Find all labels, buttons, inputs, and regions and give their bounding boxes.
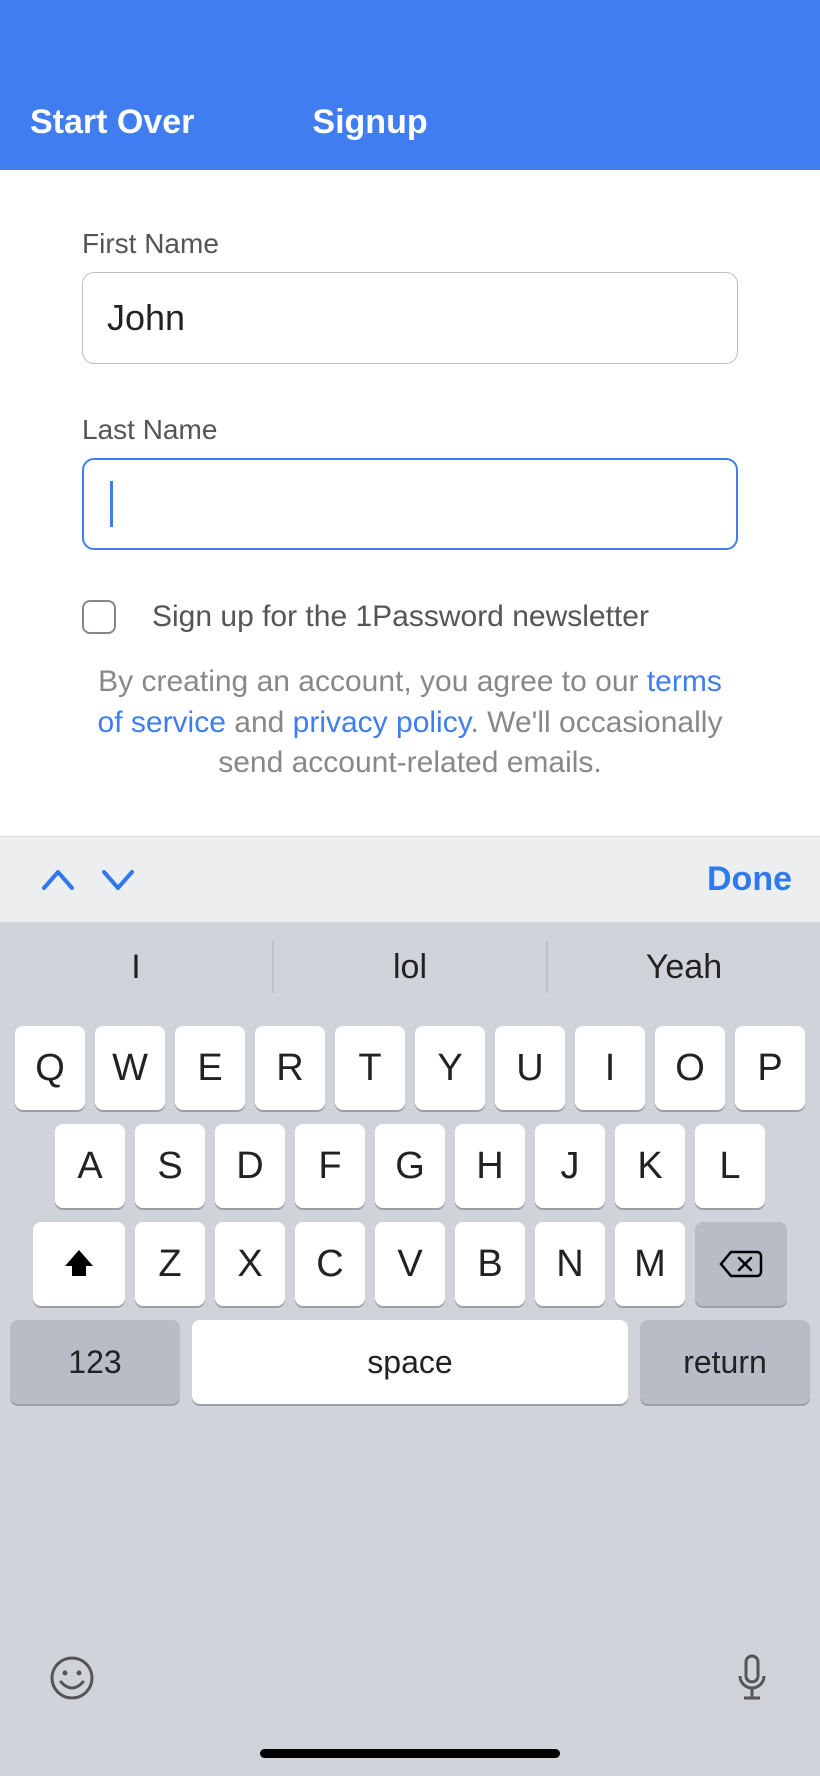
backspace-key[interactable]: [695, 1222, 787, 1306]
legal-and: and: [226, 706, 293, 739]
key-f[interactable]: F: [295, 1124, 365, 1208]
key-l[interactable]: L: [695, 1124, 765, 1208]
nav-bar: Start Over Signup: [0, 0, 820, 170]
key-c[interactable]: C: [295, 1222, 365, 1306]
emoji-button[interactable]: [48, 1654, 96, 1702]
microphone-icon: [732, 1652, 772, 1704]
shift-key[interactable]: [33, 1222, 125, 1306]
key-s[interactable]: S: [135, 1124, 205, 1208]
key-m[interactable]: M: [615, 1222, 685, 1306]
key-a[interactable]: A: [55, 1124, 125, 1208]
newsletter-checkbox[interactable]: [82, 600, 116, 634]
first-name-input[interactable]: [82, 272, 738, 364]
chevron-up-icon: [40, 866, 76, 894]
space-key[interactable]: space: [192, 1320, 628, 1404]
newsletter-label: Sign up for the 1Password newsletter: [152, 600, 649, 634]
key-w[interactable]: W: [95, 1026, 165, 1110]
suggestion-bar: I lol Yeah: [0, 922, 820, 1012]
key-row-1: Q W E R T Y U I O P: [10, 1026, 810, 1110]
signup-form: First Name Last Name Sign up for the 1Pa…: [0, 170, 820, 784]
last-name-input[interactable]: [82, 458, 738, 550]
legal-text: By creating an account, you agree to our…: [82, 662, 738, 784]
newsletter-row: Sign up for the 1Password newsletter: [82, 600, 738, 634]
key-i[interactable]: I: [575, 1026, 645, 1110]
key-r[interactable]: R: [255, 1026, 325, 1110]
last-name-label: Last Name: [82, 414, 738, 446]
suggestion-3[interactable]: Yeah: [548, 937, 820, 997]
first-name-group: First Name: [82, 228, 738, 364]
key-q[interactable]: Q: [15, 1026, 85, 1110]
key-row-2: A S D F G H J K L: [10, 1124, 810, 1208]
chevron-down-icon: [100, 866, 136, 894]
key-h[interactable]: H: [455, 1124, 525, 1208]
key-p[interactable]: P: [735, 1026, 805, 1110]
key-g[interactable]: G: [375, 1124, 445, 1208]
emoji-icon: [48, 1654, 96, 1702]
privacy-link[interactable]: privacy policy: [293, 706, 471, 739]
key-rows: Q W E R T Y U I O P A S D F G H J K L Z: [0, 1026, 820, 1306]
key-v[interactable]: V: [375, 1222, 445, 1306]
return-key[interactable]: return: [640, 1320, 810, 1404]
start-over-button[interactable]: Start Over: [0, 103, 194, 142]
next-field-button[interactable]: [88, 866, 148, 894]
first-name-label: First Name: [82, 228, 738, 260]
key-o[interactable]: O: [655, 1026, 725, 1110]
key-z[interactable]: Z: [135, 1222, 205, 1306]
keyboard-assist-bar: Done: [0, 836, 820, 922]
key-x[interactable]: X: [215, 1222, 285, 1306]
key-y[interactable]: Y: [415, 1026, 485, 1110]
prev-field-button[interactable]: [28, 866, 88, 894]
backspace-icon: [719, 1248, 763, 1280]
key-row-3: Z X C V B N M: [10, 1222, 810, 1306]
home-indicator[interactable]: [260, 1749, 560, 1758]
key-d[interactable]: D: [215, 1124, 285, 1208]
last-name-group: Last Name: [82, 414, 738, 550]
key-row-bottom: 123 space return: [0, 1320, 820, 1404]
suggestion-2[interactable]: lol: [274, 937, 546, 997]
keyboard-done-button[interactable]: Done: [707, 860, 792, 899]
key-n[interactable]: N: [535, 1222, 605, 1306]
text-cursor: [110, 481, 113, 527]
page-title: Signup: [312, 103, 427, 142]
dictation-button[interactable]: [732, 1652, 772, 1704]
key-t[interactable]: T: [335, 1026, 405, 1110]
key-j[interactable]: J: [535, 1124, 605, 1208]
key-u[interactable]: U: [495, 1026, 565, 1110]
shift-icon: [61, 1246, 97, 1282]
key-k[interactable]: K: [615, 1124, 685, 1208]
numbers-key[interactable]: 123: [10, 1320, 180, 1404]
key-b[interactable]: B: [455, 1222, 525, 1306]
key-e[interactable]: E: [175, 1026, 245, 1110]
suggestion-1[interactable]: I: [0, 937, 272, 997]
legal-prefix: By creating an account, you agree to our: [98, 665, 647, 698]
keyboard: I lol Yeah Q W E R T Y U I O P A S D F G…: [0, 922, 820, 1776]
